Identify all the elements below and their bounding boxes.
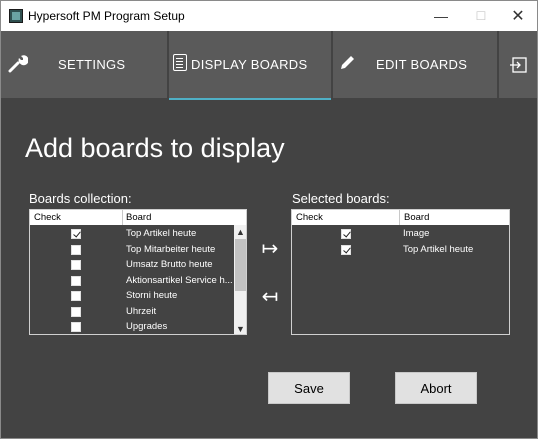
- selected-boards-grid[interactable]: Check Board Image Top Artikel heute: [291, 209, 510, 335]
- row-checkbox[interactable]: [71, 291, 81, 301]
- minimize-button[interactable]: —: [421, 1, 461, 31]
- app-icon: [9, 9, 23, 23]
- column-header-board[interactable]: Board: [126, 212, 151, 223]
- row-checkbox[interactable]: [71, 275, 81, 286]
- row-checkbox[interactable]: [71, 306, 81, 317]
- tab-edit-boards[interactable]: EDIT BOARDS: [333, 31, 497, 98]
- row-checkbox[interactable]: [71, 244, 81, 255]
- boards-collection-grid[interactable]: Check Board Top Artikel heute Top Mitarb…: [29, 209, 247, 335]
- wrench-icon: [8, 55, 28, 73]
- document-list-icon: [173, 54, 187, 71]
- board-name: Top Artikel heute: [126, 228, 197, 239]
- board-name: Umsatz Brutto heute: [126, 259, 213, 270]
- boards-collection-label: Boards collection:: [29, 191, 132, 206]
- board-name: Top Artikel heute: [403, 243, 474, 255]
- board-name: Upgrades: [126, 321, 168, 332]
- active-tab-indicator: [169, 98, 331, 100]
- table-row[interactable]: Top Mitarbeiter heute: [30, 242, 246, 258]
- board-name: Image: [403, 228, 430, 239]
- pencil-icon: [341, 56, 354, 69]
- tab-exit[interactable]: [499, 31, 537, 98]
- tab-display-boards-label: DISPLAY BOARDS: [191, 57, 308, 72]
- table-row[interactable]: Top Artikel heute: [292, 242, 509, 258]
- table-row[interactable]: Uhrzeit: [30, 304, 246, 320]
- vertical-scrollbar[interactable]: ▲ ▼: [234, 225, 246, 334]
- scroll-up-icon[interactable]: ▲: [234, 225, 246, 238]
- add-board-button[interactable]: ↦: [257, 237, 283, 260]
- exit-icon: [510, 56, 527, 73]
- column-header-check[interactable]: Check: [34, 212, 61, 223]
- scroll-down-icon[interactable]: ▼: [234, 322, 246, 334]
- column-divider: [399, 210, 400, 225]
- board-name: Aktionsartikel Service h...: [126, 274, 233, 286]
- save-button[interactable]: Save: [268, 372, 350, 404]
- row-checkbox[interactable]: [71, 260, 81, 270]
- table-row[interactable]: Umsatz Brutto heute: [30, 257, 246, 273]
- row-checkbox[interactable]: [341, 229, 351, 239]
- close-button[interactable]: ✕: [498, 1, 538, 31]
- tab-edit-boards-label: EDIT BOARDS: [376, 57, 468, 72]
- grid-header: Check Board: [292, 210, 509, 225]
- column-divider: [122, 210, 123, 225]
- tab-settings[interactable]: SETTINGS: [1, 31, 167, 98]
- window-title: Hypersoft PM Program Setup: [28, 9, 185, 23]
- row-checkbox[interactable]: [341, 244, 351, 255]
- title-bar: Hypersoft PM Program Setup — ☐ ✕: [1, 1, 537, 31]
- tab-settings-label: SETTINGS: [58, 57, 126, 72]
- board-name: Top Mitarbeiter heute: [126, 243, 216, 255]
- tab-display-boards[interactable]: DISPLAY BOARDS: [169, 31, 331, 98]
- table-row[interactable]: Top Artikel heute: [30, 226, 246, 242]
- setup-window: Hypersoft PM Program Setup — ☐ ✕ SETTING…: [0, 0, 538, 439]
- scroll-thumb[interactable]: [235, 239, 246, 291]
- table-row[interactable]: Image: [292, 226, 509, 242]
- column-header-board[interactable]: Board: [404, 212, 429, 223]
- column-header-check[interactable]: Check: [296, 212, 323, 223]
- page-title: Add boards to display: [25, 133, 285, 163]
- selected-boards-label: Selected boards:: [292, 191, 390, 206]
- abort-button[interactable]: Abort: [395, 372, 477, 404]
- table-row[interactable]: Upgrades: [30, 319, 246, 334]
- grid-header: Check Board: [30, 210, 246, 225]
- table-row[interactable]: Storni heute: [30, 288, 246, 304]
- row-checkbox[interactable]: [71, 229, 81, 239]
- row-checkbox[interactable]: [71, 322, 81, 332]
- maximize-button[interactable]: ☐: [461, 1, 501, 31]
- remove-board-button[interactable]: ↤: [257, 285, 283, 308]
- table-row[interactable]: Aktionsartikel Service h...: [30, 273, 246, 289]
- board-name: Storni heute: [126, 290, 178, 301]
- board-name: Uhrzeit: [126, 305, 157, 317]
- tab-bar: SETTINGS DISPLAY BOARDS EDIT BOARDS: [1, 31, 537, 98]
